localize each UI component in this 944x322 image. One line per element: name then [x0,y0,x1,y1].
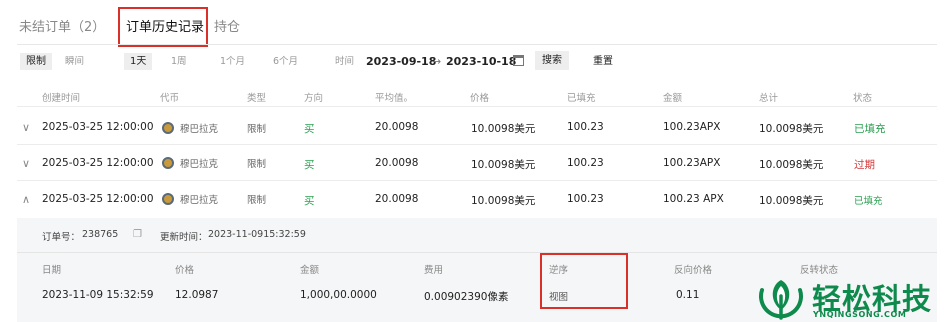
detail-fee: 0.00902390像素 [424,291,509,303]
chevron-up-icon[interactable]: ∧ [22,193,30,206]
date-arrow-icon: → [432,55,442,68]
row-created-time: 2025-03-25 12:00:00 [42,157,154,169]
col-header-amount: 金额 [663,93,683,104]
detail-col-reverse-price: 反向价格 [674,265,713,276]
row-amount: 100.23APX [663,121,721,133]
date-from[interactable]: 2023-09-18 [366,53,436,70]
search-button[interactable]: 搜索 [535,51,569,70]
row-avg: 20.0098 [375,157,419,169]
row-created-time: 2025-03-25 12:00:00 [42,193,154,205]
detail-col-date: 日期 [42,265,62,276]
row-filled: 100.23 [567,121,604,133]
detail-col-amount: 金额 [300,265,320,276]
chevron-down-icon[interactable]: ∨ [22,121,30,134]
order-number-label: 订单号： [42,232,81,243]
col-header-type: 类型 [247,93,267,104]
updated-time-value: 2023-11-0915:32:59 [208,229,306,240]
col-header-avg: 平均值。 [375,93,414,104]
row-total: 10.0098美元 [759,123,824,135]
row-price: 10.0098美元 [471,159,536,171]
row-created-time: 2025-03-25 12:00:00 [42,121,154,133]
col-header-created: 创建时间 [42,93,81,104]
detail-col-fee: 费用 [424,265,444,276]
row-side: 买 [304,195,315,207]
calendar-icon[interactable] [513,55,524,66]
filter-range-1w[interactable]: 1周 [171,53,187,70]
filter-type-limit[interactable]: 限制 [20,53,52,70]
order-number: 238765 [82,229,119,240]
row-total: 10.0098美元 [759,195,824,207]
detail-date: 2023-11-09 15:32:59 [42,289,154,301]
row-side: 买 [304,159,315,171]
filter-range-1m[interactable]: 1个月 [220,53,245,70]
row-type: 限制 [247,195,267,206]
filter-range-6m[interactable]: 6个月 [273,53,298,70]
token-coin-icon [162,157,174,169]
token-coin-icon [162,122,174,134]
col-header-side: 方向 [304,93,324,104]
detail-price: 12.0987 [175,289,219,301]
row-filled: 100.23 [567,193,604,205]
date-to[interactable]: 2023-10-18 [446,53,516,70]
row-side: 买 [304,123,315,135]
copy-icon[interactable]: ❐ [133,229,142,240]
time-label: 时间 [335,56,355,67]
filter-type-instant[interactable]: 瞬间 [65,53,84,70]
row-total: 10.0098美元 [759,159,824,171]
row-status: 已填充 [854,123,886,135]
row-avg: 20.0098 [375,193,419,205]
reset-button[interactable]: 重置 [593,53,613,70]
header-divider [17,106,937,107]
col-header-filled: 已填充 [567,93,596,104]
row-amount: 100.23 APX [663,193,724,205]
row-price: 10.0098美元 [471,123,536,135]
token-coin-icon [162,193,174,205]
col-header-total: 总计 [759,93,779,104]
tabs-divider [17,44,937,45]
detail-reverse-price: 0.11 [676,289,700,301]
detail-col-price: 价格 [175,265,195,276]
row-divider [17,180,937,181]
col-header-price: 价格 [470,93,490,104]
brand-logo-icon [759,280,803,320]
row-type: 限制 [247,159,267,170]
row-price: 10.0098美元 [471,195,536,207]
row-amount: 100.23APX [663,157,721,169]
row-status: 已填充 [854,196,883,207]
row-token: 穆巴拉克 [180,159,219,170]
row-token: 穆巴拉克 [180,124,219,135]
updated-time-label: 更新时间： [160,232,208,243]
filter-range-1d[interactable]: 1天 [124,53,153,70]
row-type: 限制 [247,124,267,135]
detail-amount: 1,000,00.0000 [300,289,377,301]
col-header-status: 状态 [853,93,873,104]
highlight-box-view [540,253,628,309]
col-header-token: 代币 [160,93,180,104]
row-filled: 100.23 [567,157,604,169]
highlight-box-tab [118,7,208,47]
chevron-down-icon[interactable]: ∨ [22,157,30,170]
detail-divider [17,252,937,253]
tab-positions[interactable]: 持仓 [214,16,240,35]
tab-open-orders[interactable]: 未结订单（2） [19,16,105,35]
watermark-subtitle: YNQINGSONG.COM [813,310,907,319]
row-divider [17,144,937,145]
row-status: 过期 [854,159,875,171]
row-token: 穆巴拉克 [180,195,219,206]
row-avg: 20.0098 [375,121,419,133]
